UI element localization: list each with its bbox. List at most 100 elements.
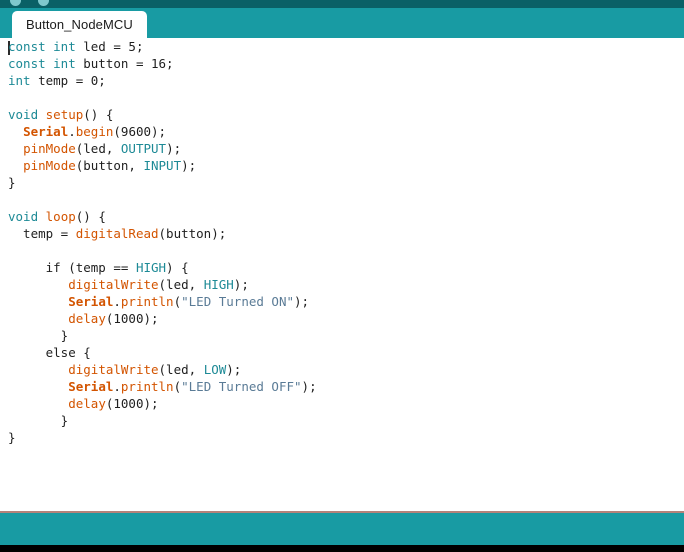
- code-token: (button,: [76, 158, 144, 173]
- window-maximize-icon[interactable]: [38, 0, 49, 6]
- code-line: digitalWrite(led, LOW);: [8, 361, 317, 378]
- code-token: [8, 158, 23, 173]
- code-line: [8, 191, 317, 208]
- code-token: digitalWrite: [68, 362, 158, 377]
- code-line: }: [8, 327, 317, 344]
- code-token: .: [113, 379, 121, 394]
- code-token: LOW: [204, 362, 227, 377]
- code-token: [38, 209, 46, 224]
- code-line: temp = digitalRead(button);: [8, 225, 317, 242]
- code-token: [8, 396, 68, 411]
- code-token: () {: [83, 107, 113, 122]
- code-token: }: [8, 175, 16, 190]
- code-token: }: [8, 430, 16, 445]
- code-token: (: [174, 379, 182, 394]
- code-line: const int led = 5;: [8, 38, 317, 55]
- code-line: }: [8, 429, 317, 446]
- code-token: delay: [68, 396, 106, 411]
- code-line: const int button = 16;: [8, 55, 317, 72]
- code-line: pinMode(led, OUTPUT);: [8, 140, 317, 157]
- code-token: else {: [8, 345, 91, 360]
- code-token: );: [226, 362, 241, 377]
- source-code[interactable]: const int led = 5;const int button = 16;…: [8, 38, 317, 446]
- code-line: [8, 89, 317, 106]
- code-line: [8, 242, 317, 259]
- code-editor[interactable]: const int led = 5;const int button = 16;…: [0, 38, 684, 511]
- code-token: pinMode: [23, 158, 76, 173]
- code-line: Serial.println("LED Turned ON");: [8, 293, 317, 310]
- code-token: [8, 294, 68, 309]
- code-token: begin: [76, 124, 114, 139]
- code-token: OUTPUT: [121, 141, 166, 156]
- code-token: [8, 379, 68, 394]
- code-token: (1000);: [106, 311, 159, 326]
- code-token: (9600);: [113, 124, 166, 139]
- code-token: INPUT: [143, 158, 181, 173]
- tab-label: Button_NodeMCU: [26, 17, 133, 32]
- code-token: digitalRead: [76, 226, 159, 241]
- code-token: if (temp ==: [8, 260, 136, 275]
- code-line: void loop() {: [8, 208, 317, 225]
- code-line: digitalWrite(led, HIGH);: [8, 276, 317, 293]
- code-token: ) {: [166, 260, 189, 275]
- code-token: "LED Turned ON": [181, 294, 294, 309]
- code-token: digitalWrite: [68, 277, 158, 292]
- code-token: [8, 277, 68, 292]
- code-line: pinMode(button, INPUT);: [8, 157, 317, 174]
- code-token: (led,: [159, 362, 204, 377]
- code-token: int: [8, 73, 31, 88]
- code-token: pinMode: [23, 141, 76, 156]
- code-token: HIGH: [204, 277, 234, 292]
- code-token: const int: [8, 39, 76, 54]
- code-token: Serial: [23, 124, 68, 139]
- code-token: }: [8, 328, 68, 343]
- code-token: );: [234, 277, 249, 292]
- code-token: [8, 141, 23, 156]
- code-line: Serial.begin(9600);: [8, 123, 317, 140]
- code-token: const int: [8, 56, 76, 71]
- code-line: }: [8, 412, 317, 429]
- code-token: (button);: [159, 226, 227, 241]
- arduino-ide-window: Button_NodeMCU const int led = 5;const i…: [0, 0, 684, 552]
- code-line: }: [8, 174, 317, 191]
- code-token: void: [8, 209, 38, 224]
- status-bar: [0, 513, 684, 545]
- code-line: if (temp == HIGH) {: [8, 259, 317, 276]
- window-controls: [10, 0, 49, 6]
- code-token: }: [8, 413, 68, 428]
- code-line: delay(1000);: [8, 395, 317, 412]
- code-token: .: [113, 294, 121, 309]
- title-bar: [0, 0, 684, 8]
- code-token: delay: [68, 311, 106, 326]
- code-token: temp =: [8, 226, 76, 241]
- code-token: (led,: [159, 277, 204, 292]
- bottom-strip: [0, 545, 684, 552]
- code-token: "LED Turned OFF": [181, 379, 301, 394]
- code-token: [38, 107, 46, 122]
- code-token: );: [181, 158, 196, 173]
- code-line: Serial.println("LED Turned OFF");: [8, 378, 317, 395]
- code-token: void: [8, 107, 38, 122]
- code-token: );: [166, 141, 181, 156]
- code-token: led = 5;: [76, 39, 144, 54]
- code-line: else {: [8, 344, 317, 361]
- tab-button-nodemcu[interactable]: Button_NodeMCU: [12, 11, 147, 38]
- window-minimize-icon[interactable]: [10, 0, 21, 6]
- code-token: Serial: [68, 294, 113, 309]
- code-token: );: [294, 294, 309, 309]
- code-token: [8, 124, 23, 139]
- code-token: (led,: [76, 141, 121, 156]
- code-line: void setup() {: [8, 106, 317, 123]
- code-token: setup: [46, 107, 84, 122]
- code-token: (1000);: [106, 396, 159, 411]
- code-token: println: [121, 379, 174, 394]
- tab-bar: Button_NodeMCU: [0, 8, 684, 38]
- code-token: .: [68, 124, 76, 139]
- code-token: (: [174, 294, 182, 309]
- code-token: Serial: [68, 379, 113, 394]
- code-token: loop: [46, 209, 76, 224]
- code-line: delay(1000);: [8, 310, 317, 327]
- code-token: println: [121, 294, 174, 309]
- code-token: );: [302, 379, 317, 394]
- code-token: [8, 311, 68, 326]
